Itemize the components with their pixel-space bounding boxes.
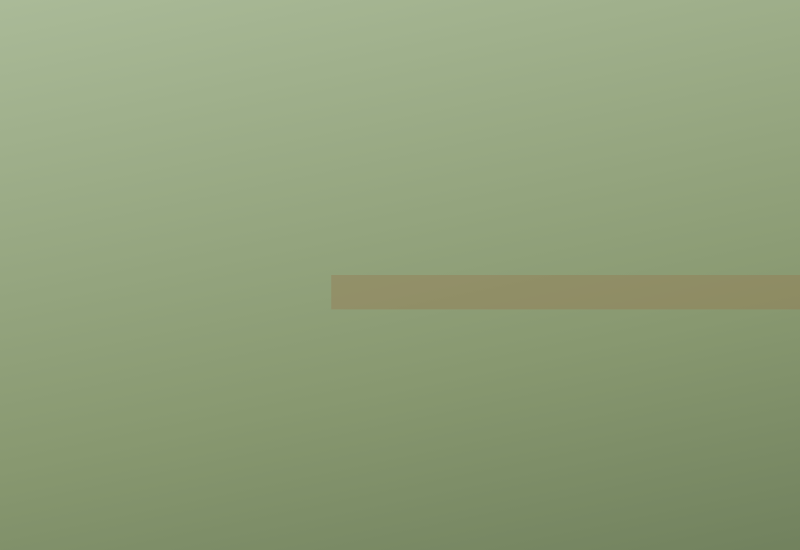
article-2-inner — [280, 469, 765, 535]
browser-window: Home Examples Posts About Me Contact Me … — [260, 15, 785, 535]
browser-content: Home Examples Posts About Me Contact Me … — [260, 39, 785, 535]
article-2-image — [280, 469, 765, 535]
site-main: Cheerful Loving Couple Bakers Drinking C… — [260, 112, 785, 535]
right-panel: Home Examples Posts About Me Contact Me … — [245, 0, 800, 550]
